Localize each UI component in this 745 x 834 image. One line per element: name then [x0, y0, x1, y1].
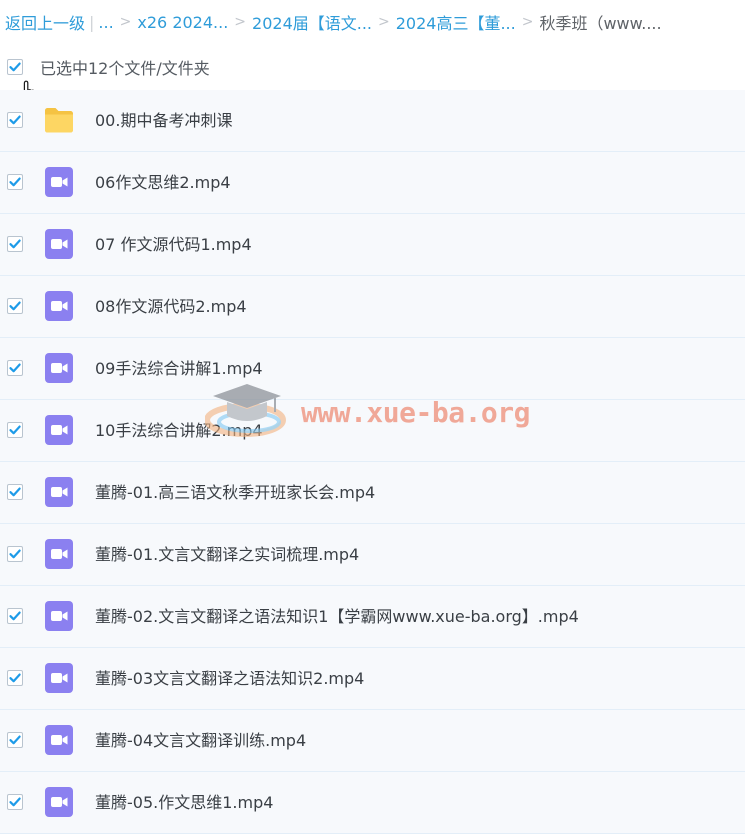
video-file-icon [43, 600, 75, 632]
checkmark-icon [9, 301, 21, 311]
file-list: 00.期中备考冲刺课 06作文思维2.mp4 07 作文源代码1.mp4 08作文源代… [0, 90, 745, 834]
breadcrumb: 返回上一级 | ... > x26 2024... > 2024届【语文... … [0, 0, 745, 44]
file-name[interactable]: 董腾-05.作文思维1.mp4 [95, 772, 273, 833]
video-file-icon [43, 724, 75, 756]
file-name[interactable]: 07 作文源代码1.mp4 [95, 214, 252, 275]
checkmark-icon [9, 549, 21, 559]
select-all-checkbox[interactable] [7, 59, 23, 75]
breadcrumb-ellipsis[interactable]: ... [98, 13, 113, 32]
file-name[interactable]: 08作文源代码2.mp4 [95, 276, 247, 337]
checkmark-icon [9, 239, 21, 249]
file-row[interactable]: 07 作文源代码1.mp4 [0, 214, 745, 276]
checkmark-icon [9, 62, 21, 72]
file-name[interactable]: 董腾-01.文言文翻译之实词梳理.mp4 [95, 524, 359, 585]
checkmark-icon [9, 673, 21, 683]
file-row[interactable]: 董腾-02.文言文翻译之语法知识1【学霸网www.xue-ba.org】.mp4 [0, 586, 745, 648]
checkmark-icon [9, 611, 21, 621]
file-row[interactable]: 董腾-01.高三语文秋季开班家长会.mp4 [0, 462, 745, 524]
video-file-icon [43, 228, 75, 260]
checkmark-icon [9, 797, 21, 807]
file-checkbox[interactable] [7, 236, 23, 252]
file-row[interactable]: 董腾-01.文言文翻译之实词梳理.mp4 [0, 524, 745, 586]
chevron-right-icon: > [521, 14, 534, 30]
file-row[interactable]: 10手法综合讲解2.mp4 [0, 400, 745, 462]
file-row[interactable]: 09手法综合讲解1.mp4 [0, 338, 745, 400]
file-row[interactable]: 董腾-03文言文翻译之语法知识2.mp4 [0, 648, 745, 710]
checkmark-icon [9, 487, 21, 497]
video-file-icon [43, 786, 75, 818]
file-checkbox[interactable] [7, 670, 23, 686]
folder-icon [43, 104, 75, 136]
chevron-right-icon: > [234, 14, 247, 30]
file-name[interactable]: 06作文思维2.mp4 [95, 152, 231, 213]
video-file-icon [43, 290, 75, 322]
file-checkbox[interactable] [7, 422, 23, 438]
selection-summary: 已选中12个文件/文件夹 [40, 59, 210, 78]
breadcrumb-item[interactable]: 2024届【语文... [252, 10, 372, 34]
file-row[interactable]: 董腾-04文言文翻译训练.mp4 [0, 710, 745, 772]
video-file-icon [43, 414, 75, 446]
file-row[interactable]: 00.期中备考冲刺课 [0, 90, 745, 152]
file-checkbox[interactable] [7, 112, 23, 128]
file-checkbox[interactable] [7, 360, 23, 376]
chevron-right-icon: > [119, 14, 132, 30]
video-file-icon [43, 352, 75, 384]
checkmark-icon [9, 425, 21, 435]
chevron-right-icon: > [378, 14, 390, 30]
selection-bar: 已选中12个文件/文件夹 [0, 47, 745, 87]
video-file-icon [43, 538, 75, 570]
video-file-icon [43, 662, 75, 694]
file-name[interactable]: 00.期中备考冲刺课 [95, 90, 232, 151]
checkmark-icon [9, 115, 21, 125]
file-name[interactable]: 董腾-02.文言文翻译之语法知识1【学霸网www.xue-ba.org】.mp4 [95, 586, 579, 647]
file-row[interactable]: 06作文思维2.mp4 [0, 152, 745, 214]
file-checkbox[interactable] [7, 484, 23, 500]
checkmark-icon [9, 363, 21, 373]
file-name[interactable]: 09手法综合讲解1.mp4 [95, 338, 263, 399]
video-file-icon [43, 166, 75, 198]
file-checkbox[interactable] [7, 608, 23, 624]
video-file-icon [43, 476, 75, 508]
file-checkbox[interactable] [7, 174, 23, 190]
file-name[interactable]: 10手法综合讲解2.mp4 [95, 400, 263, 461]
file-checkbox[interactable] [7, 546, 23, 562]
breadcrumb-divider: | [89, 12, 95, 32]
file-checkbox[interactable] [7, 732, 23, 748]
file-name[interactable]: 董腾-01.高三语文秋季开班家长会.mp4 [95, 462, 375, 523]
file-name[interactable]: 董腾-03文言文翻译之语法知识2.mp4 [95, 648, 364, 709]
file-row[interactable]: 08作文源代码2.mp4 [0, 276, 745, 338]
file-checkbox[interactable] [7, 794, 23, 810]
checkmark-icon [9, 735, 21, 745]
breadcrumb-item[interactable]: 2024高三【董... [396, 10, 516, 34]
file-name[interactable]: 董腾-04文言文翻译训练.mp4 [95, 710, 306, 771]
breadcrumb-current: 秋季班（www.... [539, 14, 662, 33]
back-link[interactable]: 返回上一级 [5, 10, 85, 34]
breadcrumb-item[interactable]: x26 2024... [137, 13, 228, 32]
checkmark-icon [9, 177, 21, 187]
file-row[interactable]: 董腾-05.作文思维1.mp4 [0, 772, 745, 834]
file-checkbox[interactable] [7, 298, 23, 314]
